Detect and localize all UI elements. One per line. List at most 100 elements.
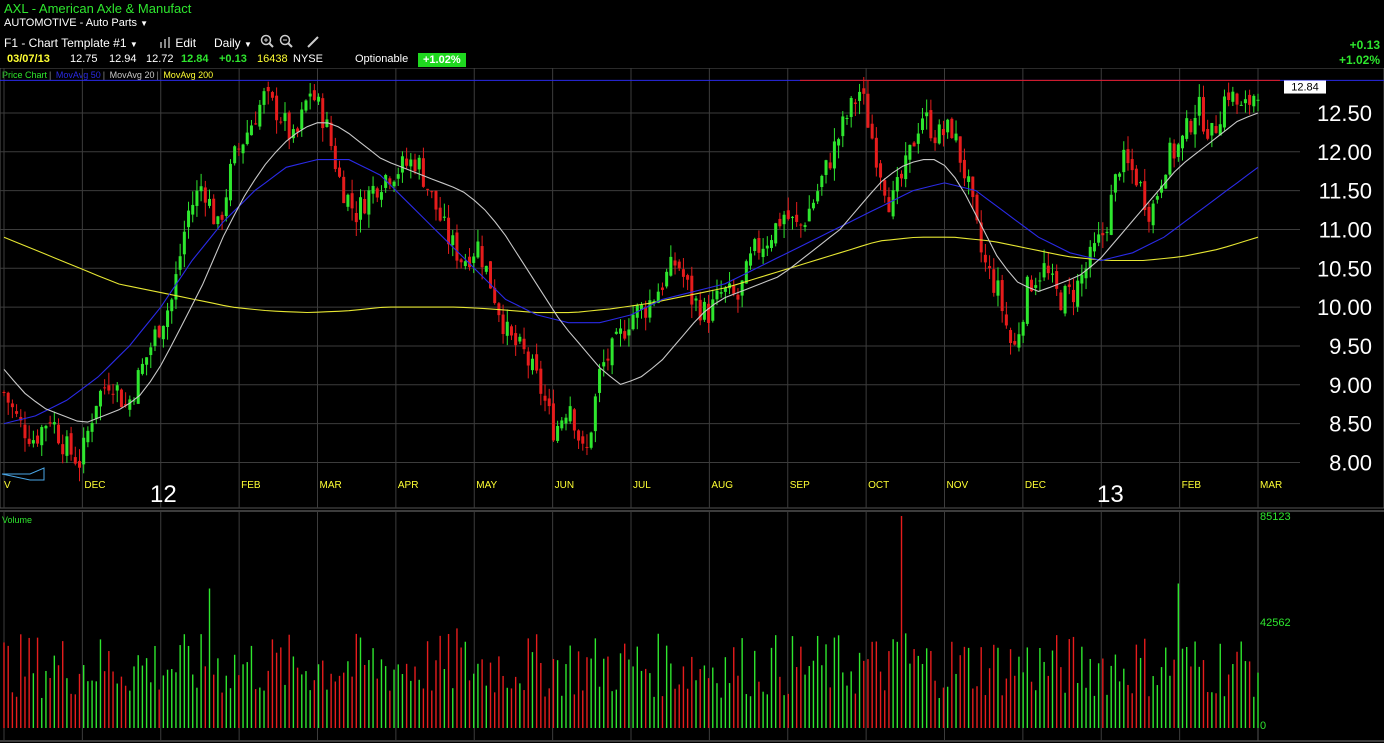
candle-body: [1147, 206, 1151, 222]
candle-body: [568, 406, 572, 422]
candle-body: [1038, 280, 1042, 282]
candle-body: [988, 266, 992, 269]
candle-body: [371, 185, 375, 194]
candle-body: [1067, 284, 1071, 287]
sector-dropdown[interactable]: AUTOMOTIVE - Auto Parts ▼: [4, 17, 148, 29]
candle-body: [627, 329, 631, 336]
volume-title: Volume: [2, 515, 32, 525]
zoom-out-icon[interactable]: [279, 34, 293, 52]
month-label: MAY: [476, 480, 497, 491]
candle-body: [845, 117, 849, 119]
price-volume-chart[interactable]: 12.50 12.00 11.50 11.00 10.50 10.00 9.50 9.00 8.…: [0, 68, 1384, 743]
candle-body: [354, 213, 358, 223]
candle-body: [782, 214, 786, 225]
candle-body: [690, 275, 694, 305]
candle-body: [254, 123, 258, 125]
candle-body: [1130, 159, 1134, 171]
candle-body: [660, 287, 664, 290]
candle-body: [1197, 96, 1201, 116]
candle-body: [530, 358, 534, 371]
quote-change: +0.13: [219, 53, 247, 65]
candle-body: [119, 389, 123, 408]
candle-body: [342, 176, 346, 204]
candle-body: [870, 123, 874, 139]
candle-body: [77, 461, 81, 468]
year-label: 13: [1097, 481, 1124, 508]
candle-body: [98, 390, 102, 407]
y-tick-label: 9.50: [1329, 334, 1372, 359]
candle-body: [669, 256, 673, 276]
candle-body: [1059, 292, 1063, 311]
candle-body: [317, 96, 321, 102]
candle-body: [895, 177, 899, 192]
y-tick-label: 8.00: [1329, 450, 1372, 475]
month-label: OCT: [868, 480, 889, 491]
candle-body: [912, 142, 916, 147]
zoom-in-icon[interactable]: [260, 34, 274, 52]
candle-body: [925, 112, 929, 117]
candle-body: [476, 241, 480, 258]
candle-body: [409, 159, 413, 167]
candle-body: [472, 256, 476, 263]
candle-body: [598, 368, 602, 393]
chevron-down-icon: ▼: [244, 40, 252, 49]
candle-body: [572, 409, 576, 431]
candle-body: [853, 102, 857, 104]
candle-body: [57, 424, 61, 444]
candle-body: [48, 422, 52, 424]
candle-body: [862, 88, 866, 94]
candle-body: [1248, 94, 1252, 105]
candle-body: [417, 157, 421, 170]
candle-body: [623, 331, 627, 339]
candle-body: [86, 430, 90, 443]
chart-toolbar: F1 - Chart Template #1 ▼ Edit Daily ▼: [0, 34, 1384, 51]
candle-body: [946, 119, 950, 133]
template-dropdown[interactable]: F1 - Chart Template #1 ▼: [4, 36, 138, 50]
candle-body: [358, 197, 362, 220]
quote-close: 12.84: [181, 53, 209, 65]
month-label: JUL: [633, 480, 651, 491]
candle-body: [786, 210, 790, 219]
candle-body: [161, 325, 165, 340]
candle-body: [879, 163, 883, 178]
volume-tick-label: 0: [1260, 720, 1266, 732]
y-tick-label: 11.00: [1319, 217, 1372, 242]
candle-body: [220, 214, 224, 220]
candle-body: [778, 218, 782, 227]
draw-line-icon[interactable]: [306, 34, 320, 52]
candle-body: [195, 190, 199, 206]
candle-body: [182, 231, 186, 255]
candle-body: [61, 444, 65, 455]
candle-body: [950, 118, 954, 139]
year-label: 12: [150, 481, 177, 508]
candle-body: [484, 265, 488, 272]
candle-body: [1222, 96, 1226, 128]
period-dropdown[interactable]: Daily ▼: [214, 36, 252, 50]
candle-body: [1176, 144, 1180, 157]
candle-body: [606, 358, 610, 361]
candle-body: [157, 325, 161, 338]
candle-body: [1105, 231, 1109, 233]
candle-body: [816, 191, 820, 202]
candle-body: [375, 188, 379, 198]
edit-button[interactable]: Edit: [160, 36, 196, 50]
candle-body: [65, 436, 69, 456]
candle-body: [585, 446, 589, 448]
candle-body: [560, 420, 564, 429]
candle-body: [522, 338, 526, 350]
month-label: NOV: [947, 480, 969, 491]
candle-body: [790, 216, 794, 218]
candle-body: [73, 457, 77, 464]
candle-body: [509, 326, 513, 336]
candle-body: [258, 104, 262, 127]
candle-body: [610, 338, 614, 366]
candle-body: [1017, 334, 1021, 348]
candle-body: [27, 438, 31, 444]
candle-body: [1231, 91, 1235, 102]
candle-body: [1009, 330, 1013, 343]
candle-body: [887, 197, 891, 213]
candle-body: [459, 259, 463, 263]
candle-body: [199, 186, 203, 192]
candle-body: [1193, 117, 1197, 135]
candle-body: [820, 175, 824, 188]
